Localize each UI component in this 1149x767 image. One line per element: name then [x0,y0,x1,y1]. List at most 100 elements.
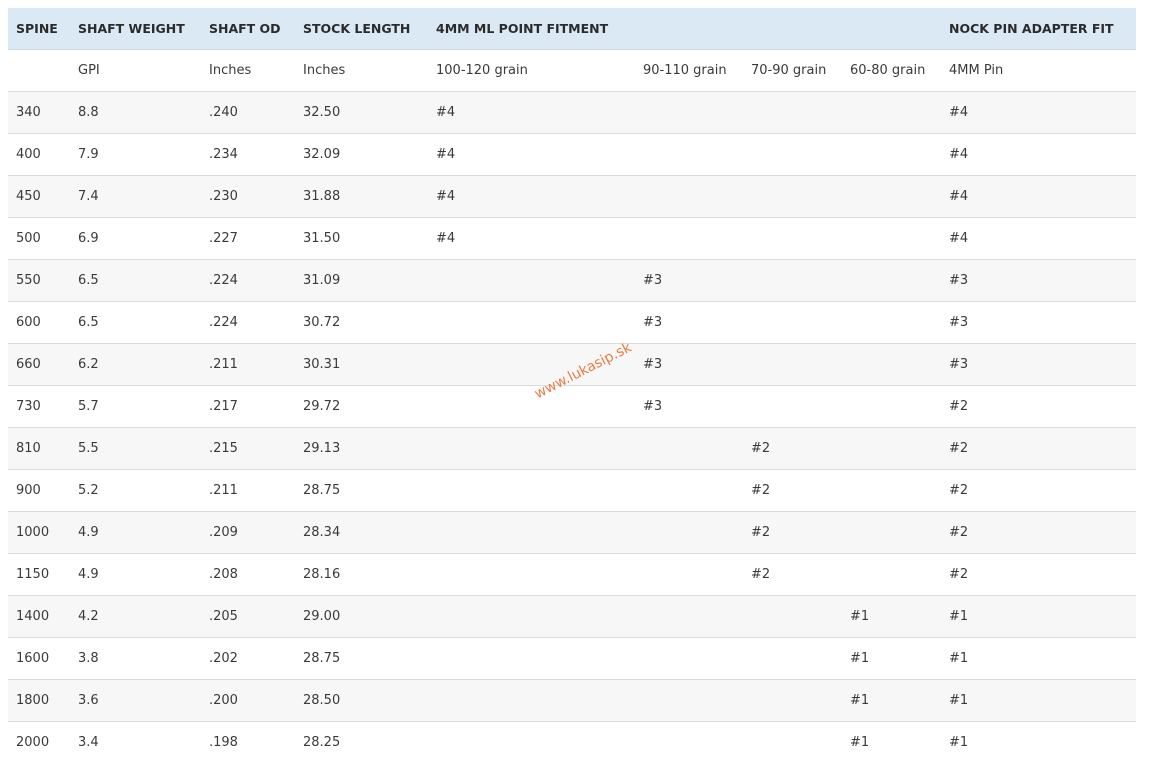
spine-chart-table: SPINE SHAFT WEIGHT SHAFT OD STOCK LENGTH 4MM… [8,8,1136,763]
table-cell [635,469,743,512]
table-cell: 29.72 [295,385,428,428]
table-cell: 3.6 [70,679,201,722]
table-cell [428,637,635,680]
table-cell: 28.50 [295,679,428,722]
table-cell [842,427,941,470]
table-cell: #1 [941,721,1136,763]
table-cell [743,637,842,680]
table-cell: #1 [842,595,941,638]
table-cell: #1 [842,679,941,722]
table-cell: #2 [941,553,1136,596]
table-cell: 340 [8,91,70,134]
table-cell: .198 [201,721,295,763]
table-cell: 1150 [8,553,70,596]
table-cell: .208 [201,553,295,596]
unit-cell: 4MM Pin [941,49,1136,92]
table-cell: 28.34 [295,511,428,554]
table-row: 340 8.8.240 32.50 #4 #4 [8,91,1136,134]
table-cell: 3.8 [70,637,201,680]
header-spine: SPINE [8,8,70,50]
table-cell [428,721,635,763]
table-cell: .205 [201,595,295,638]
table-body: GPI Inches Inches 100-120 grain 90-110 grain… [8,49,1136,763]
table-cell: #1 [842,637,941,680]
table-cell: .217 [201,385,295,428]
table-cell [743,217,842,260]
table-cell: #4 [428,133,635,176]
header-blank-2 [743,8,842,50]
table-cell [635,637,743,680]
table-cell [635,721,743,763]
table-cell: 5.5 [70,427,201,470]
unit-cell: 60-80 grain [842,49,941,92]
table-cell: #2 [941,385,1136,428]
unit-cell: Inches [295,49,428,92]
table-cell: #2 [743,427,842,470]
table-cell [842,301,941,344]
header-nock-pin-adapter-fit: NOCK PIN ADAPTER FIT [941,8,1136,50]
table-row: 1800 3.6.200 28.50 #1 #1 [8,679,1136,722]
table-cell: 29.00 [295,595,428,638]
table-cell: 1000 [8,511,70,554]
table-cell [635,133,743,176]
table-cell: 2000 [8,721,70,763]
table-cell: 6.5 [70,301,201,344]
table-cell: #2 [743,511,842,554]
table-cell: .227 [201,217,295,260]
table-cell: #3 [941,259,1136,302]
table-cell: .202 [201,637,295,680]
table-cell: 30.72 [295,301,428,344]
table-cell: 31.09 [295,259,428,302]
table-cell: 1600 [8,637,70,680]
table-cell [428,511,635,554]
header-blank-3 [842,8,941,50]
table-row: 2000 3.4.198 28.25 #1 #1 [8,721,1136,763]
table-cell: .215 [201,427,295,470]
table-cell [842,385,941,428]
table-cell: 3.4 [70,721,201,763]
table-cell [743,133,842,176]
table-row: 1150 4.9.208 28.16 #2 #2 [8,553,1136,596]
table-cell: 500 [8,217,70,260]
table-cell: 450 [8,175,70,218]
unit-cell: 100-120 grain [428,49,635,92]
table-cell: 1400 [8,595,70,638]
table-cell: 550 [8,259,70,302]
table-cell: #3 [635,385,743,428]
table-cell: #4 [428,175,635,218]
table-cell [743,721,842,763]
table-cell: #3 [941,301,1136,344]
table-cell: #4 [428,217,635,260]
table-cell: #3 [941,343,1136,386]
table-cell: #1 [941,637,1136,680]
table-row: 660 6.2.211 30.31 #3 #3 [8,343,1136,386]
table-cell: 28.25 [295,721,428,763]
table-cell: #1 [941,595,1136,638]
table-cell [743,679,842,722]
table-cell: 6.5 [70,259,201,302]
table-cell: 30.31 [295,343,428,386]
unit-cell: 90-110 grain [635,49,743,92]
table-cell [842,511,941,554]
table-header-row: SPINE SHAFT WEIGHT SHAFT OD STOCK LENGTH 4MM… [8,8,1136,50]
table-cell: 4.9 [70,511,201,554]
table-cell [635,175,743,218]
unit-cell [8,49,70,92]
table-cell: #2 [941,427,1136,470]
table-cell: .211 [201,469,295,512]
table-cell: 810 [8,427,70,470]
table-cell [842,469,941,512]
table-cell: #4 [941,91,1136,134]
table-cell [842,553,941,596]
header-point-fitment: 4MM ML POINT FITMENT [428,8,635,50]
table-cell [635,427,743,470]
table-cell [842,217,941,260]
table-cell: 8.8 [70,91,201,134]
table-cell [842,91,941,134]
table-cell [842,343,941,386]
table-cell [743,385,842,428]
table-row: 1600 3.8.202 28.75 #1 #1 [8,637,1136,680]
table-cell [428,679,635,722]
table-cell: 28.16 [295,553,428,596]
table-row: 450 7.4.230 31.88 #4 #4 [8,175,1136,218]
